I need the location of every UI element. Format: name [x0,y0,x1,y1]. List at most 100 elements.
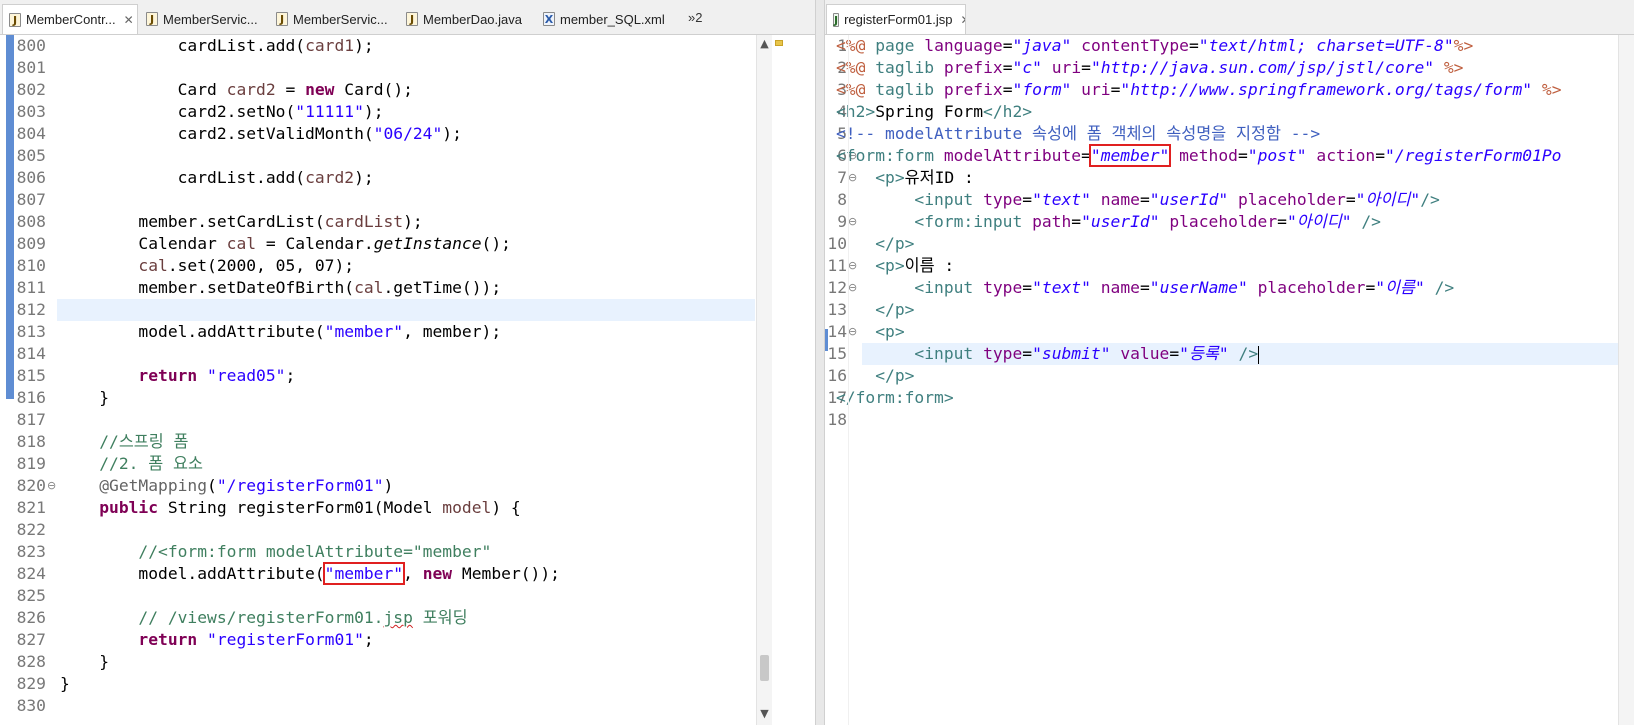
editor-tab[interactable]: J MemberServic... [270,4,398,34]
editor-tab[interactable]: J MemberServic... [140,4,268,34]
code-line[interactable]: 813 model.addAttribute("member", member)… [0,321,815,343]
editor-tab[interactable]: J MemberContr... ✕ [2,4,138,34]
code-line[interactable]: 805 [0,145,815,167]
code-line[interactable]: 825 [0,585,815,607]
code-line[interactable]: 820 ⊖ @GetMapping("/registerForm01") [0,475,815,497]
code-line[interactable]: 15 <input type="submit" value="등록" /> [825,343,1634,365]
code-token: /> [1361,212,1381,231]
code-line[interactable]: 9 ⊖ <form:input path="userId" placeholder… [825,211,1634,233]
code-line[interactable]: 801 [0,57,815,79]
code-line[interactable]: 803 card2.setNo("11111"); [0,101,815,123]
code-line[interactable]: 8 <input type="text" name="userId" place… [825,189,1634,211]
code-line[interactable]: 18 [825,409,1634,431]
line-number: 825 [16,586,46,605]
java-code-editor[interactable]: 800 cardList.add(card1); 801 802 Card card… [0,35,815,725]
overview-ruler[interactable] [773,35,785,725]
code-line[interactable]: 802 Card card2 = new Card(); [0,79,815,101]
code-line[interactable]: 12 ⊖ <input type="text" name="userName" p… [825,277,1634,299]
scroll-up-icon[interactable]: ▲ [757,37,772,50]
editor-tab[interactable]: J MemberDao.java [400,4,535,34]
jsp-file-icon: J [833,12,840,27]
code-line[interactable]: 828 } [0,651,815,673]
code-token: = [1277,212,1287,231]
code-line[interactable]: 815 return "read05"; [0,365,815,387]
code-line[interactable]: 6 ⊖ <form:form modelAttribute="member" met… [825,144,1634,167]
jsp-code-editor[interactable]: 1 <%@ page language="java" contentType="t… [825,35,1634,725]
code-line[interactable]: 810 cal.set(2000, 05, 07); [0,255,815,277]
code-line[interactable]: 5 <!-- modelAttribute 속성에 폼 객체의 속성명을 지정함 … [825,123,1634,145]
editor-tab[interactable]: JregisterForm01.jsp ✕ [826,4,966,34]
code-line[interactable]: 829} [0,673,815,695]
code-line[interactable]: 804 card2.setValidMonth("06/24"); [0,123,815,145]
code-line[interactable]: 808 member.setCardList(cardList); [0,211,815,233]
code-line[interactable]: 17 </form:form> [825,387,1634,409]
tab-label: MemberContr... [26,12,116,27]
code-text: cardList.add(card1); [60,35,374,57]
code-token: page [875,36,915,55]
scroll-down-icon[interactable]: ▼ [757,707,772,720]
code-line[interactable]: 821 public String registerForm01(Model m… [0,497,815,519]
code-line[interactable]: 814 [0,343,815,365]
code-token: //스프링 폼 [60,432,189,451]
code-line[interactable]: 830 [0,695,815,717]
code-token: type [983,344,1023,363]
code-line[interactable]: 811 member.setDateOfBirth(cal.getTime())… [0,277,815,299]
editor-split-sash[interactable] [815,0,825,725]
code-line[interactable]: 818 //스프링 폼 [0,431,815,453]
code-line[interactable]: 7 ⊖ <p>유저ID : [825,167,1634,189]
left-vertical-scrollbar[interactable]: ▲ ▼ [756,35,772,725]
code-line[interactable]: 3 <%@ taglib prefix="form" uri="http://ww… [825,79,1634,101]
code-token: = [1022,278,1033,297]
code-token: Card(); [334,80,413,99]
code-text: <h2>Spring Form</h2> [836,101,1032,123]
code-token: "/registerForm01" [216,476,384,495]
code-token: ; [363,630,374,649]
code-token: } [60,652,110,671]
code-line[interactable]: 11 ⊖ <p>이름 : [825,255,1634,277]
close-icon[interactable]: ✕ [960,13,965,27]
scroll-thumb[interactable] [760,655,769,681]
code-line[interactable]: 806 cardList.add(card2); [0,167,815,189]
line-number: 815 [16,366,46,385]
code-token: type [983,190,1023,209]
code-line[interactable]: 16 </p> [825,365,1634,387]
code-line[interactable]: 10 </p> [825,233,1634,255]
code-line[interactable]: 809 Calendar cal = Calendar.getInstance(… [0,233,815,255]
code-line[interactable]: 14 ⊖ <p> [825,321,1634,343]
code-token: <input [914,190,974,209]
code-line[interactable]: 812 [0,299,815,321]
code-token: return [60,366,198,385]
code-line[interactable]: 827 return "registerForm01"; [0,629,815,651]
code-line[interactable]: 800 cardList.add(card1); [0,35,815,57]
code-line[interactable]: 13 </p> [825,299,1634,321]
code-line[interactable]: 819 //2. 폼 요소 [0,453,815,475]
code-line[interactable]: 824 model.addAttribute("member", new Mem… [0,562,815,585]
tab-label: member_SQL.xml [560,11,665,27]
code-line[interactable]: 822 [0,519,815,541]
code-line[interactable]: 4 <h2>Spring Form</h2> [825,101,1634,123]
code-line[interactable]: 817 [0,409,815,431]
close-icon[interactable]: ✕ [124,13,134,27]
code-line[interactable]: 2 <%@ taglib prefix="c" uri="http://java.… [825,57,1634,79]
occurrence-marker[interactable] [775,40,783,46]
code-line[interactable]: 823 //<form:form modelAttribute="member" [0,541,815,563]
code-line[interactable]: 816 } [0,387,815,409]
right-vertical-scrollbar[interactable] [1618,35,1634,725]
code-text: member.setCardList(cardList); [60,211,422,233]
fold-collapse-icon[interactable]: ⊖ [47,475,56,497]
tab-overflow-button[interactable]: »2 [688,10,702,25]
editor-tab[interactable]: Xmember_SQL.xml [537,4,677,34]
code-token: ( [207,476,217,495]
code-line[interactable]: 826 // /views/registerForm01.jsp 포워딩 [0,607,815,629]
code-token: cardList.add( [60,168,306,187]
code-text: <input type="submit" value="등록" /> [836,343,1260,365]
code-line[interactable]: 807 [0,189,815,211]
code-line[interactable]: 1 <%@ page language="java" contentType="t… [825,35,1634,57]
code-text: } [60,673,70,695]
